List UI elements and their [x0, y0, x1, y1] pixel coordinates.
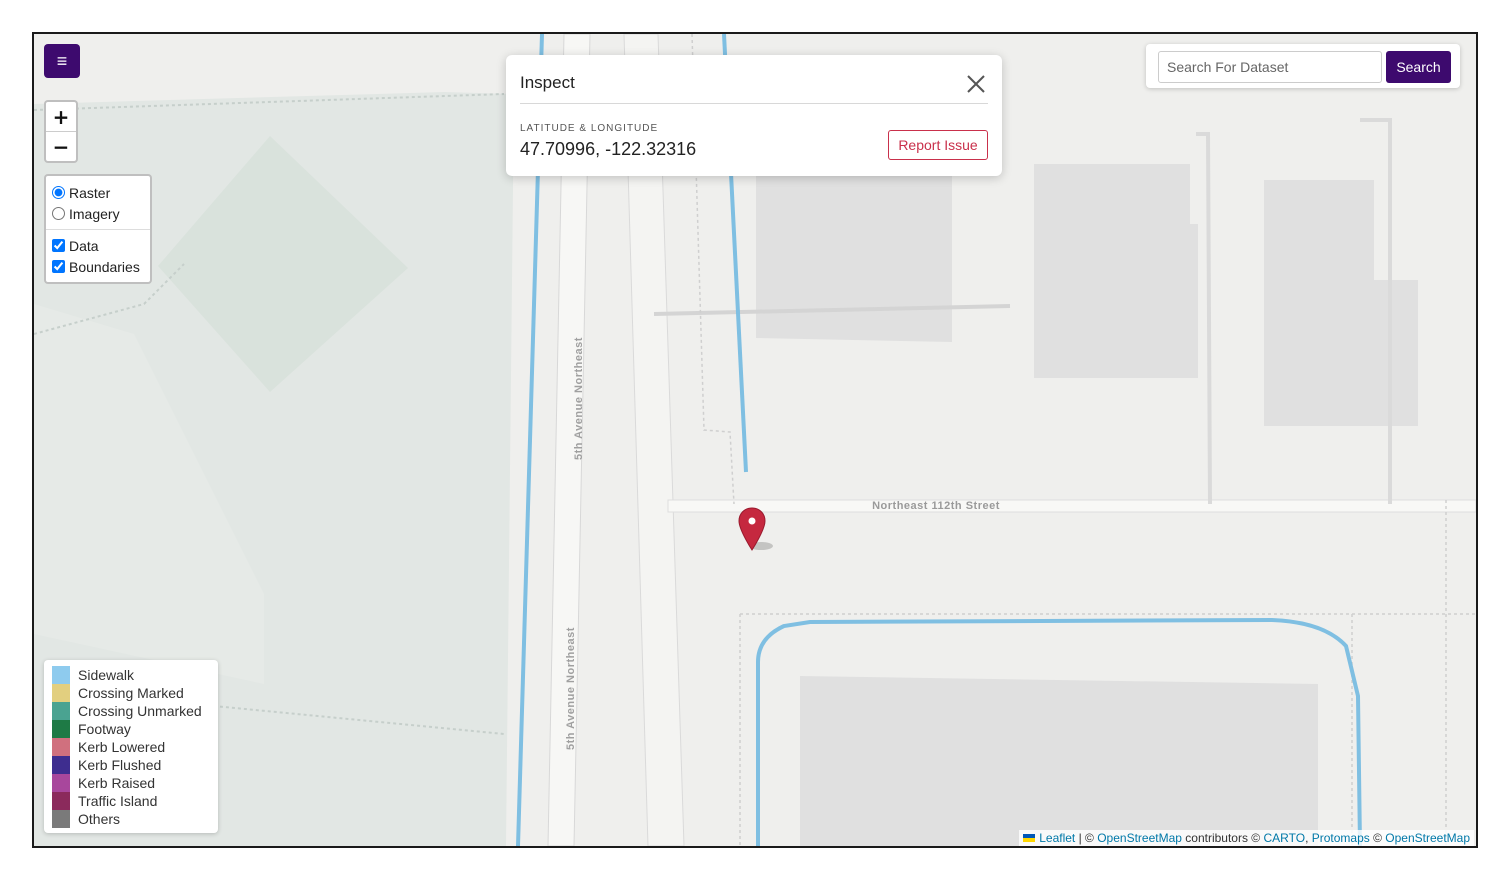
street-label-ne-112th: Northeast 112th Street	[872, 500, 1000, 512]
search-button[interactable]: Search	[1386, 51, 1451, 83]
layer-option-imagery[interactable]: Imagery	[46, 203, 150, 224]
legend-swatch	[52, 684, 70, 702]
leaflet-link[interactable]: Leaflet	[1039, 831, 1075, 845]
legend-label: Traffic Island	[78, 793, 158, 809]
inspect-popup: Inspect LATITUDE & LONGITUDE 47.70996, -…	[506, 55, 1002, 176]
legend-label: Footway	[78, 721, 131, 737]
attribution-text: | ©	[1075, 831, 1098, 845]
legend-item: Others	[52, 810, 218, 828]
protomaps-link[interactable]: Protomaps	[1312, 831, 1370, 845]
map-container[interactable]: Northeast 112th Street 5th Avenue Northe…	[32, 32, 1478, 848]
overlay-option-boundaries[interactable]: Boundaries	[46, 256, 150, 277]
legend-swatch	[52, 792, 70, 810]
legend-swatch	[52, 738, 70, 756]
legend-label: Kerb Lowered	[78, 739, 166, 755]
ukraine-flag-icon	[1023, 834, 1036, 842]
overlay-option-data[interactable]: Data	[46, 235, 150, 256]
carto-link[interactable]: CARTO	[1263, 831, 1305, 845]
layer-control: Raster Imagery Data Boundaries	[44, 174, 152, 284]
map-attribution: Leaflet | © OpenStreetMap contributors ©…	[1019, 830, 1474, 846]
layer-label: Boundaries	[69, 258, 140, 275]
zoom-control: + −	[44, 100, 78, 163]
attribution-text: contributors ©	[1181, 831, 1264, 845]
zoom-in-button[interactable]: +	[46, 102, 76, 131]
search-panel: Search	[1146, 44, 1460, 88]
search-input[interactable]	[1158, 51, 1382, 83]
openstreetmap-link[interactable]: OpenStreetMap	[1097, 831, 1182, 845]
coordinate-value: 47.70996, -122.32316	[520, 139, 697, 159]
legend-item: Footway	[52, 720, 218, 738]
map-legend: Sidewalk Crossing Marked Crossing Unmarked…	[44, 660, 218, 833]
layer-divider	[46, 229, 150, 230]
street-label-5th-ave: 5th Avenue Northeast	[573, 337, 585, 460]
raster-radio[interactable]	[52, 186, 65, 199]
legend-swatch	[52, 774, 70, 792]
hamburger-menu-icon: ≡	[56, 50, 68, 71]
layer-label: Imagery	[69, 205, 120, 222]
legend-item: Kerb Lowered	[52, 738, 218, 756]
layer-label: Data	[69, 237, 99, 254]
openstreetmap-link[interactable]: OpenStreetMap	[1385, 831, 1470, 845]
inspect-divider	[520, 103, 988, 104]
legend-item: Kerb Flushed	[52, 756, 218, 774]
report-issue-button[interactable]: Report Issue	[888, 130, 988, 160]
legend-swatch	[52, 702, 70, 720]
imagery-radio[interactable]	[52, 207, 65, 220]
legend-item: Crossing Unmarked	[52, 702, 218, 720]
legend-swatch	[52, 720, 70, 738]
street-label-5th-ave: 5th Avenue Northeast	[565, 627, 577, 750]
layer-label: Raster	[69, 184, 111, 201]
layer-option-raster[interactable]: Raster	[46, 182, 150, 203]
legend-swatch	[52, 810, 70, 828]
legend-item: Sidewalk	[52, 666, 218, 684]
attribution-text: ©	[1369, 831, 1386, 845]
building	[800, 676, 1318, 846]
legend-label: Crossing Marked	[78, 685, 184, 701]
zoom-out-button[interactable]: −	[46, 131, 76, 161]
boundaries-checkbox[interactable]	[52, 260, 65, 273]
legend-item: Crossing Marked	[52, 684, 218, 702]
coordinate-label: LATITUDE & LONGITUDE	[520, 123, 659, 134]
close-icon[interactable]	[963, 71, 989, 97]
attribution-text: ,	[1305, 831, 1312, 845]
legend-label: Others	[78, 811, 121, 827]
legend-label: Crossing Unmarked	[78, 703, 202, 719]
legend-label: Kerb Raised	[78, 775, 156, 791]
building	[1034, 164, 1198, 378]
legend-item: Kerb Raised	[52, 774, 218, 792]
legend-label: Kerb Flushed	[78, 757, 162, 773]
legend-item: Traffic Island	[52, 792, 218, 810]
menu-button[interactable]: ≡	[44, 44, 80, 78]
legend-swatch	[52, 756, 70, 774]
road-ne-112th	[667, 499, 1476, 513]
legend-label: Sidewalk	[78, 667, 135, 683]
inspect-title: Inspect	[520, 73, 575, 92]
legend-swatch	[52, 666, 70, 684]
data-checkbox[interactable]	[52, 239, 65, 252]
